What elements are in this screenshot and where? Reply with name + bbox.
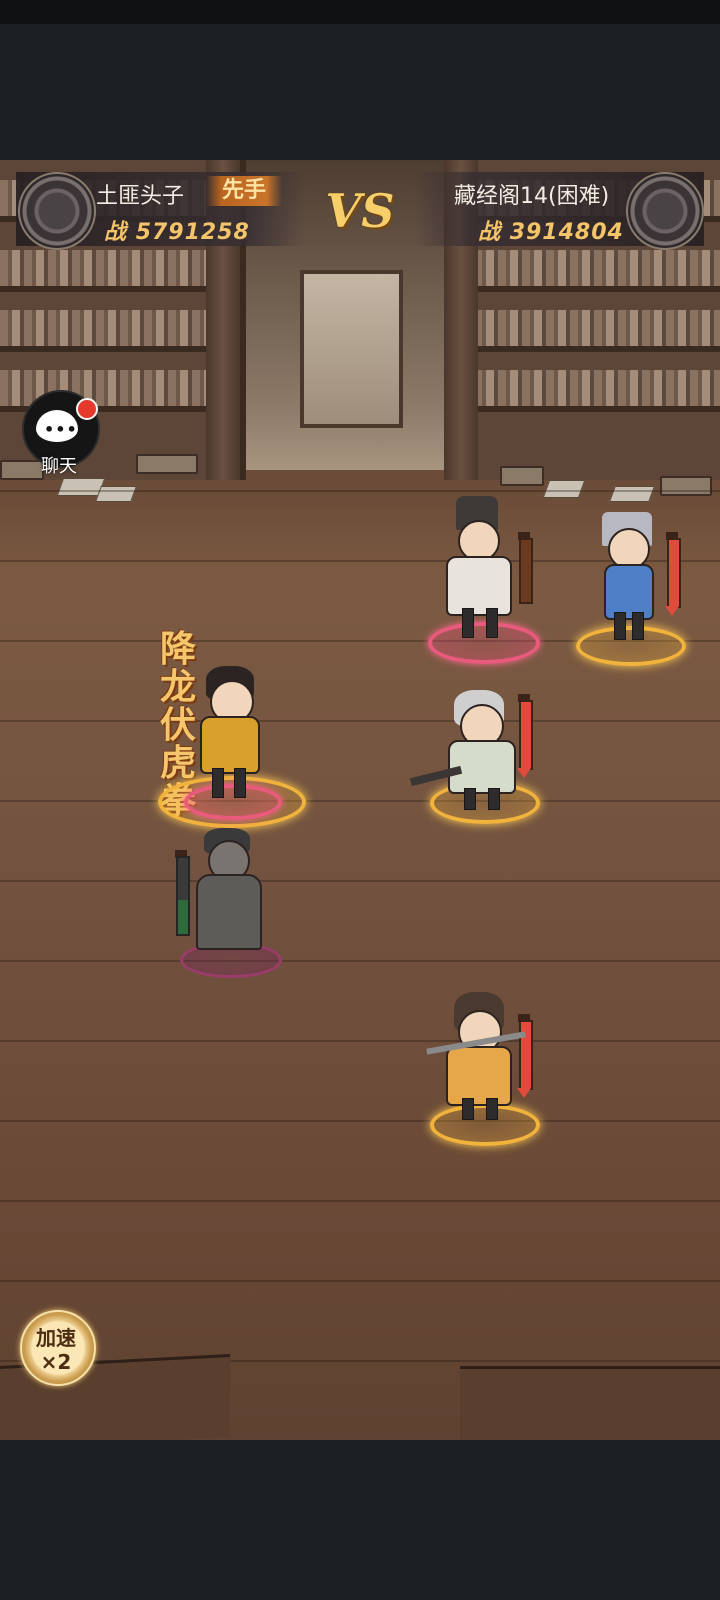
player-power-value: 5791258: [135, 220, 250, 245]
chat-label: 聊天: [41, 456, 77, 477]
skill-char: 降: [160, 628, 197, 670]
book-pile: [660, 476, 712, 496]
enemy-hp-bar: [667, 538, 681, 608]
top-letterbox: [0, 24, 720, 160]
enemy-ring: [430, 1104, 540, 1146]
enemy-ring: [576, 626, 686, 666]
enemy-power-value: 3914804: [509, 220, 624, 245]
book-pile: [136, 454, 198, 474]
battle-scene: [0, 160, 720, 1440]
player-name: 土匪头子: [96, 184, 185, 209]
chat-dots-icon: •••: [44, 420, 78, 439]
enemy-emblem-icon: [626, 172, 704, 250]
vs-label: VS: [325, 184, 395, 238]
skill-char: 龙: [160, 666, 197, 708]
scattered-paper: [542, 480, 586, 498]
ally-ring: [184, 784, 282, 820]
notification-dot: [76, 398, 98, 420]
ally-hp-bar: [176, 856, 190, 936]
power-label: 战: [104, 220, 128, 245]
hp-bar-tip: [517, 1088, 531, 1098]
enemy-hp-bar: [519, 538, 533, 604]
hp-bar-tip: [517, 768, 531, 778]
speed-label: 加速: [36, 1326, 76, 1350]
book-pile: [500, 466, 544, 486]
scattered-paper: [95, 486, 137, 502]
player-power: 战 5791258: [104, 214, 250, 246]
speed-multiplier: ×2: [40, 1350, 72, 1374]
player-emblem-icon: [18, 172, 96, 250]
corridor-doorway: [300, 270, 403, 428]
power-label: 战: [478, 220, 502, 245]
enemy-hp-bar: [519, 1020, 533, 1090]
enemy-power: 战 3914804: [478, 214, 624, 246]
first-move-badge: 先手: [206, 176, 282, 206]
enemy-ring: [428, 622, 540, 664]
bottom-letterbox: [0, 1440, 720, 1600]
hp-bar-tip: [665, 606, 679, 616]
enemy-name: 藏经阁14(困难): [454, 184, 610, 209]
scattered-paper: [609, 486, 655, 502]
foreground-table-right: [460, 1366, 720, 1440]
status-bar: [0, 0, 720, 24]
enemy-hp-bar: [519, 700, 533, 770]
